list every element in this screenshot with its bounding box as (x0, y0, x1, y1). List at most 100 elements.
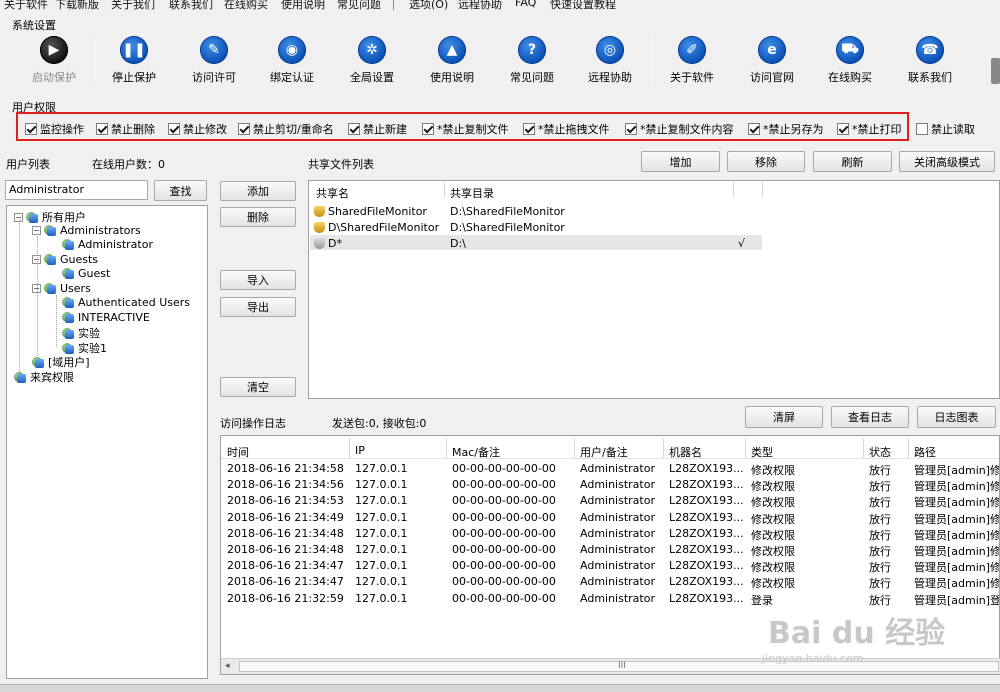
checkbox[interactable] (96, 123, 108, 135)
scroll-left-arrow-icon[interactable]: ◂ (225, 661, 230, 671)
menu-item[interactable]: 下载新版 (55, 0, 99, 12)
checkbox[interactable] (422, 123, 434, 135)
share-name-column-header[interactable]: 共享名 (316, 185, 349, 201)
clear-button[interactable]: 清空 (220, 377, 296, 397)
log-chart-button[interactable]: 日志图表 (917, 406, 996, 428)
log-column-header[interactable]: IP (355, 444, 365, 457)
permission-checkbox[interactable]: *禁止另存为 (748, 121, 824, 137)
tree-node[interactable]: − Guests (32, 253, 98, 266)
permission-checkbox[interactable]: 禁止读取 (916, 121, 975, 137)
tree-node[interactable]: INTERACTIVE (62, 311, 150, 324)
permission-checkbox[interactable]: *禁止打印 (837, 121, 902, 137)
menu-item[interactable]: 在线购买 (224, 0, 268, 12)
log-row[interactable]: 2018-06-16 21:32:59 127.0.0.1 00-00-00-00-… (221, 592, 999, 607)
permission-checkbox[interactable]: 禁止剪切/重命名 (238, 121, 334, 137)
toolbar-button[interactable]: ❚❚ 停止保护 (96, 36, 172, 88)
log-row[interactable]: 2018-06-16 21:34:48 127.0.0.1 00-00-00-00-… (221, 527, 999, 542)
log-row[interactable]: 2018-06-16 21:34:49 127.0.0.1 00-00-00-00-… (221, 511, 999, 526)
toolbar-button[interactable]: ▶ 启动保护 (16, 36, 92, 88)
system-settings-toolbar: ▶ 启动保护 ❚❚ 停止保护 ✎ 访问许可 ◉ 绑定认证 ✲ 全局设置 ▲ 使用说明? 常见问题 ◎ 远程协… (6, 30, 986, 90)
scrollbar-thumb[interactable]: III (239, 661, 999, 672)
permission-checkbox[interactable]: *禁止复制文件 (422, 121, 509, 137)
log-cell: L28ZOX193... (669, 575, 744, 589)
permission-checkbox[interactable]: *禁止拖拽文件 (523, 121, 610, 137)
log-row[interactable]: 2018-06-16 21:34:58 127.0.0.1 00-00-00-00-… (221, 462, 999, 477)
add-user-button[interactable]: 添加 (220, 181, 296, 201)
log-row[interactable]: 2018-06-16 21:34:53 127.0.0.1 00-00-00-00-… (221, 494, 999, 509)
menu-item[interactable]: 快速设置教程 (550, 0, 616, 12)
toolbar-scroll-handle[interactable] (991, 58, 1000, 84)
close-advanced-mode-button[interactable]: 关闭高级模式 (899, 151, 995, 172)
permission-checkbox[interactable]: 监控操作 (25, 121, 84, 137)
view-log-button[interactable]: 查看日志 (831, 406, 909, 428)
menu-item[interactable]: 使用说明 (281, 0, 325, 12)
share-row[interactable]: D\SharedFileMonitor D:\SharedFileMonitor (310, 221, 762, 236)
checkbox[interactable] (748, 123, 760, 135)
clear-screen-button[interactable]: 清屏 (745, 406, 823, 428)
toolbar-button[interactable]: ◉ 绑定认证 (254, 36, 330, 88)
tree-node[interactable]: 来宾权限 (14, 369, 74, 385)
checkbox[interactable] (916, 123, 928, 135)
tree-node[interactable]: Authenticated Users (62, 296, 190, 309)
toolbar-button[interactable]: ✐ 关于软件 (654, 36, 730, 88)
menu-item[interactable]: FAQ (515, 0, 536, 9)
checkbox[interactable] (523, 123, 535, 135)
permission-checkbox[interactable]: *禁止复制文件内容 (625, 121, 734, 137)
tree-node[interactable]: − 所有用户 (14, 209, 86, 225)
export-button[interactable]: 导出 (220, 297, 296, 317)
tree-node[interactable]: 实验 (62, 325, 100, 341)
collapse-toggle-icon[interactable]: − (32, 226, 41, 235)
tree-node[interactable]: − Administrators (32, 224, 141, 237)
checkbox[interactable] (168, 123, 180, 135)
delete-user-button[interactable]: 删除 (220, 207, 296, 227)
menu-item[interactable]: 关于软件 (4, 0, 48, 12)
tree-node[interactable]: [域用户] (32, 354, 90, 370)
menu-item[interactable]: 关于我们 (111, 0, 155, 12)
permission-checkbox[interactable]: 禁止修改 (168, 121, 227, 137)
permission-checkbox[interactable]: 禁止删除 (96, 121, 155, 137)
checkbox[interactable] (25, 123, 37, 135)
menu-item[interactable]: 联系我们 (169, 0, 213, 12)
user-search-input[interactable]: Administrator (5, 180, 148, 200)
user-icon (62, 239, 74, 250)
tree-node[interactable]: Administrator (62, 238, 153, 251)
toolbar-button[interactable]: e 访问官网 (734, 36, 810, 88)
checkbox[interactable] (348, 123, 360, 135)
toolbar-button[interactable]: ⛟ 在线购买 (812, 36, 888, 88)
log-row[interactable]: 2018-06-16 21:34:47 127.0.0.1 00-00-00-00-… (221, 575, 999, 590)
menu-item[interactable]: 常见问题 (337, 0, 381, 12)
share-row[interactable]: D* D:\ √ (310, 237, 762, 252)
log-row[interactable]: 2018-06-16 21:34:56 127.0.0.1 00-00-00-00-… (221, 478, 999, 493)
tree-node[interactable]: − Users (32, 282, 91, 295)
toolbar-button[interactable]: ✲ 全局设置 (334, 36, 410, 88)
group-icon (44, 283, 56, 294)
search-user-button[interactable]: 查找 (154, 180, 207, 201)
share-list-title: 共享文件列表 (308, 158, 374, 171)
checkbox[interactable] (625, 123, 637, 135)
tree-node[interactable]: Guest (62, 267, 110, 280)
log-row[interactable]: 2018-06-16 21:34:48 127.0.0.1 00-00-00-00-… (221, 543, 999, 558)
toolbar-button-label: 在线购买 (828, 71, 872, 84)
permission-checkbox[interactable]: 禁止新建 (348, 121, 407, 137)
share-row[interactable]: SharedFileMonitor D:\SharedFileMonitor (310, 205, 762, 220)
menu-item[interactable]: 远程协助 (458, 0, 502, 12)
log-cell: 127.0.0.1 (355, 462, 408, 475)
refresh-button[interactable]: 刷新 (813, 151, 892, 172)
import-button[interactable]: 导入 (220, 270, 296, 290)
checkbox[interactable] (238, 123, 250, 135)
log-horizontal-scrollbar[interactable]: ◂ III (221, 658, 1000, 674)
toolbar-button[interactable]: ◎ 远程协助 (572, 36, 648, 88)
log-cell: Administrator (580, 559, 655, 573)
toolbar-button[interactable]: ? 常见问题 (494, 36, 570, 88)
remove-share-button[interactable]: 移除 (727, 151, 805, 172)
group-icon (32, 356, 44, 368)
toolbar-button[interactable]: ▲ 使用说明 (414, 36, 490, 88)
menu-item[interactable]: 选项(O) (409, 0, 448, 12)
log-row[interactable]: 2018-06-16 21:34:47 127.0.0.1 00-00-00-00-… (221, 559, 999, 574)
toolbar-button[interactable]: ✎ 访问许可 (176, 36, 252, 88)
share-dir-column-header[interactable]: 共享目录 (450, 185, 494, 201)
checkbox[interactable] (837, 123, 849, 135)
log-cell: L28ZOX193... (669, 526, 744, 540)
add-share-button[interactable]: 增加 (641, 151, 720, 172)
toolbar-button[interactable]: ☎ 联系我们 (892, 36, 968, 88)
